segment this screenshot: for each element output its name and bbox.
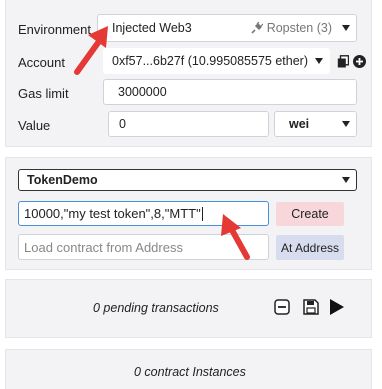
environment-value: Injected Web3 bbox=[112, 21, 192, 35]
run-tab: Environment Injected Web3 Ropsten (3) Ac… bbox=[0, 0, 382, 389]
network-indicator: Ropsten (3) bbox=[251, 21, 332, 35]
chevron-down-icon bbox=[342, 121, 350, 127]
deploy-panel: TokenDemo 10000,"my test token",8,"MTT" … bbox=[5, 157, 372, 270]
contract-select[interactable]: TokenDemo bbox=[18, 169, 357, 191]
value-input[interactable]: 0 bbox=[108, 111, 269, 137]
environment-label: Environment bbox=[18, 22, 91, 37]
pending-transactions-panel: 0 pending transactions bbox=[5, 279, 372, 338]
at-address-button[interactable]: At Address bbox=[276, 235, 344, 260]
value-amount: 0 bbox=[119, 117, 126, 131]
pending-transactions-text: 0 pending transactions bbox=[93, 301, 219, 315]
account-value: 0xf57...6b27f (10.995085575 ether) bbox=[112, 54, 308, 68]
network-name: Ropsten (3) bbox=[266, 21, 332, 35]
contract-instances-panel: 0 contract Instances bbox=[5, 349, 372, 389]
constructor-args-value: 10000,"my test token",8,"MTT" bbox=[24, 206, 201, 221]
settings-panel: Environment Injected Web3 Ropsten (3) Ac… bbox=[5, 0, 372, 147]
environment-select[interactable]: Injected Web3 Ropsten (3) bbox=[97, 14, 357, 42]
text-cursor bbox=[201, 206, 203, 221]
contract-name: TokenDemo bbox=[27, 173, 98, 187]
clear-icon[interactable] bbox=[274, 299, 290, 315]
load-contract-address-input[interactable]: Load contract from Address bbox=[18, 234, 269, 260]
add-icon[interactable] bbox=[353, 55, 366, 68]
account-label: Account bbox=[18, 55, 65, 70]
value-unit: wei bbox=[289, 117, 310, 131]
account-select[interactable]: 0xf57...6b27f (10.995085575 ether) bbox=[103, 48, 330, 74]
gas-limit-input[interactable]: 3000000 bbox=[103, 79, 357, 105]
value-unit-select[interactable]: wei bbox=[274, 111, 357, 137]
contract-instances-text: 0 contract Instances bbox=[134, 365, 246, 379]
plug-icon bbox=[251, 22, 263, 34]
create-button[interactable]: Create bbox=[276, 202, 344, 226]
gas-limit-label: Gas limit bbox=[18, 86, 69, 101]
constructor-args-input[interactable]: 10000,"my test token",8,"MTT" bbox=[18, 201, 269, 226]
gas-limit-value: 3000000 bbox=[118, 85, 167, 99]
load-contract-placeholder: Load contract from Address bbox=[24, 239, 183, 255]
play-icon[interactable] bbox=[329, 298, 345, 316]
chevron-down-icon bbox=[342, 25, 350, 31]
save-icon[interactable] bbox=[303, 299, 319, 315]
chevron-down-icon bbox=[342, 177, 350, 183]
value-label: Value bbox=[18, 118, 51, 133]
chevron-down-icon bbox=[315, 58, 323, 64]
copy-icon[interactable] bbox=[337, 55, 350, 68]
